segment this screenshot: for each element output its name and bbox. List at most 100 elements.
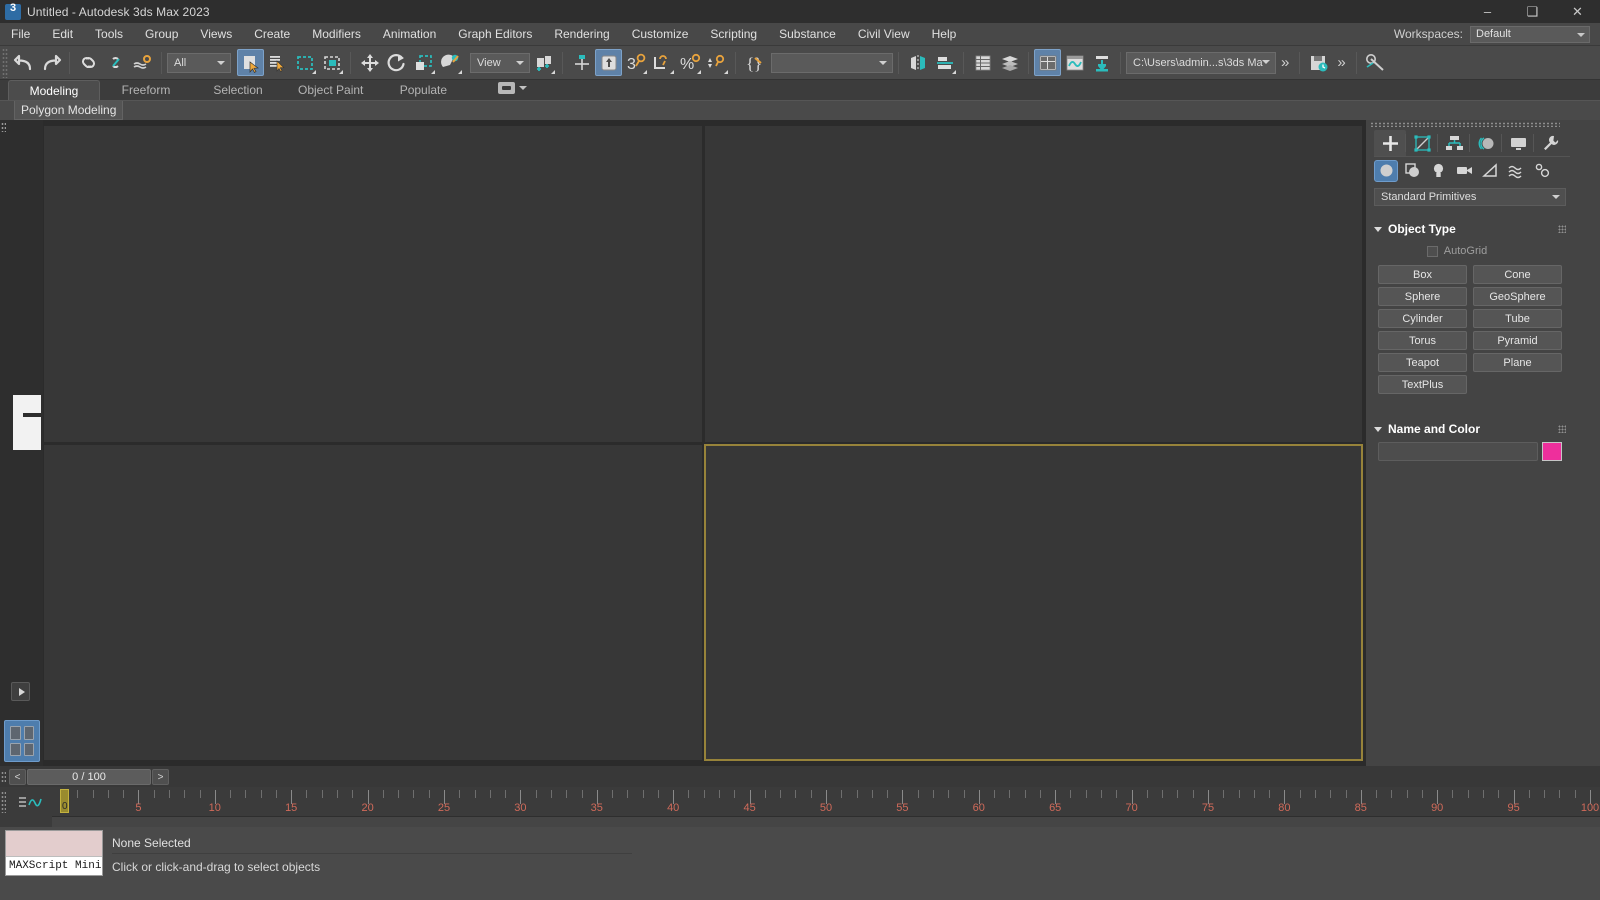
left-rail-grip[interactable]: [1, 122, 6, 132]
scene-explorer-icon[interactable]: [996, 49, 1023, 76]
menu-customize[interactable]: Customize: [621, 23, 700, 46]
lights-subtab[interactable]: [1426, 160, 1450, 182]
window-crossing-icon[interactable]: [318, 49, 345, 76]
systems-subtab[interactable]: [1530, 160, 1554, 182]
save-scene-state-icon[interactable]: [1305, 49, 1332, 76]
create-pyramid-button[interactable]: Pyramid: [1473, 331, 1562, 350]
menu-animation[interactable]: Animation: [372, 23, 447, 46]
shapes-subtab[interactable]: [1400, 160, 1424, 182]
toolbar-overflow-1[interactable]: »: [1276, 55, 1294, 70]
select-object-icon[interactable]: [237, 49, 264, 76]
command-panel-grip[interactable]: [1370, 122, 1560, 127]
time-slider-handle[interactable]: 0 / 100: [27, 769, 151, 785]
undo-icon[interactable]: [10, 49, 37, 76]
align-icon[interactable]: [931, 49, 958, 76]
create-plane-button[interactable]: Plane: [1473, 353, 1562, 372]
timeline-ruler[interactable]: 5 10 15 20 25 30 35 40 45 50 55 60 65 70 75 80 85 90 95 100: [52, 787, 1600, 817]
hierarchy-tab[interactable]: [1437, 130, 1470, 156]
menu-graph-editors[interactable]: Graph Editors: [447, 23, 543, 46]
snaps-toggle-icon[interactable]: [595, 49, 622, 76]
rail-expand-button[interactable]: [11, 682, 30, 701]
menu-file[interactable]: File: [0, 23, 41, 46]
menu-scripting[interactable]: Scripting: [699, 23, 768, 46]
select-and-link-icon[interactable]: [75, 49, 102, 76]
maxscript-mini-listener[interactable]: MAXScript Mini: [5, 830, 103, 876]
previous-frame-button[interactable]: <: [9, 769, 26, 785]
ribbon-tab-object-paint[interactable]: Object Paint: [284, 80, 377, 100]
open-mini-curve-editor-icon[interactable]: [18, 793, 44, 811]
select-by-name-icon[interactable]: [264, 49, 291, 76]
track-bar-grip[interactable]: [1, 791, 6, 813]
rectangular-selection-region-icon[interactable]: [291, 49, 318, 76]
cameras-subtab[interactable]: [1452, 160, 1476, 182]
select-and-manipulate-icon[interactable]: [568, 49, 595, 76]
project-folder-dropdown[interactable]: C:\Users\admin...s\3ds Max 2023: [1126, 51, 1276, 74]
utilities-tab[interactable]: [1533, 130, 1566, 156]
close-button[interactable]: ✕: [1555, 0, 1600, 23]
menu-civil-view[interactable]: Civil View: [847, 23, 921, 46]
menu-views[interactable]: Views: [189, 23, 243, 46]
toolbar-grip[interactable]: [2, 47, 8, 78]
modify-tab[interactable]: [1405, 130, 1438, 156]
ribbon-panel-label[interactable]: Polygon Modeling: [14, 101, 124, 120]
spinner-arrows-icon[interactable]: [703, 49, 730, 76]
selection-filter-dropdown[interactable]: All: [167, 52, 231, 73]
select-and-rotate-icon[interactable]: [383, 49, 410, 76]
toolbar-overflow-2[interactable]: »: [1332, 55, 1350, 70]
object-category-dropdown[interactable]: Standard Primitives: [1374, 188, 1566, 206]
use-center-flyout-icon[interactable]: [530, 49, 557, 76]
menu-create[interactable]: Create: [243, 23, 301, 46]
create-sphere-button[interactable]: Sphere: [1378, 287, 1467, 306]
autogrid-checkbox[interactable]: [1426, 245, 1438, 257]
ribbon-minimize-control[interactable]: [498, 82, 527, 94]
workspaces-dropdown[interactable]: Default: [1470, 25, 1590, 43]
mirror-icon[interactable]: [904, 49, 931, 76]
menu-tools[interactable]: Tools: [84, 23, 134, 46]
menu-help[interactable]: Help: [921, 23, 968, 46]
create-tab[interactable]: [1374, 130, 1406, 156]
viewport-bottom-right[interactable]: [704, 444, 1363, 761]
menu-modifiers[interactable]: Modifiers: [301, 23, 372, 46]
create-cylinder-button[interactable]: Cylinder: [1378, 309, 1467, 328]
curve-editor-icon[interactable]: [1061, 49, 1088, 76]
layer-explorer-icon[interactable]: [969, 49, 996, 76]
ribbon-tab-modeling[interactable]: Modeling: [8, 80, 100, 100]
create-textplus-button[interactable]: TextPlus: [1378, 375, 1467, 394]
motion-tab[interactable]: [1469, 130, 1502, 156]
rollout-object-type-header[interactable]: Object Type: [1374, 220, 1566, 238]
reference-coordinate-dropdown[interactable]: View: [470, 52, 530, 73]
menu-group[interactable]: Group: [134, 23, 189, 46]
schematic-view-icon[interactable]: [1088, 49, 1115, 76]
ribbon-tab-freeform[interactable]: Freeform: [100, 80, 192, 100]
space-warps-subtab[interactable]: [1504, 160, 1528, 182]
ribbon-tab-selection[interactable]: Selection: [192, 80, 284, 100]
spinner-snap-toggle-icon[interactable]: %: [676, 49, 703, 76]
render-production-icon[interactable]: [1362, 49, 1389, 76]
create-geosphere-button[interactable]: GeoSphere: [1473, 287, 1562, 306]
create-teapot-button[interactable]: Teapot: [1378, 353, 1467, 372]
menu-rendering[interactable]: Rendering: [543, 23, 620, 46]
rollout-name-and-color-header[interactable]: Name and Color: [1374, 420, 1566, 438]
angle-snap-toggle-icon[interactable]: 3: [622, 49, 649, 76]
viewport-top-left[interactable]: [43, 125, 703, 443]
maximize-button[interactable]: ❑: [1510, 0, 1555, 23]
named-selection-sets-dropdown[interactable]: [771, 52, 893, 73]
create-cone-button[interactable]: Cone: [1473, 265, 1562, 284]
menu-substance[interactable]: Substance: [768, 23, 847, 46]
select-and-move-icon[interactable]: [356, 49, 383, 76]
edit-named-selection-sets-icon[interactable]: {}: [741, 49, 768, 76]
minimize-button[interactable]: –: [1465, 0, 1510, 23]
percent-snap-toggle-icon[interactable]: [649, 49, 676, 76]
maxscript-mini-label[interactable]: MAXScript Mini: [6, 857, 102, 875]
menu-edit[interactable]: Edit: [41, 23, 84, 46]
display-tab[interactable]: [1501, 130, 1534, 156]
maxscript-output-pane[interactable]: [6, 831, 102, 857]
toggle-ribbon-icon[interactable]: [1034, 49, 1061, 76]
object-name-input[interactable]: [1378, 442, 1538, 461]
ribbon-tab-populate[interactable]: Populate: [377, 80, 469, 100]
redo-icon[interactable]: [37, 49, 64, 76]
autogrid-row[interactable]: AutoGrid: [1374, 242, 1566, 260]
select-and-place-icon[interactable]: [437, 49, 464, 76]
viewport-bottom-left[interactable]: [43, 444, 703, 761]
create-box-button[interactable]: Box: [1378, 265, 1467, 284]
